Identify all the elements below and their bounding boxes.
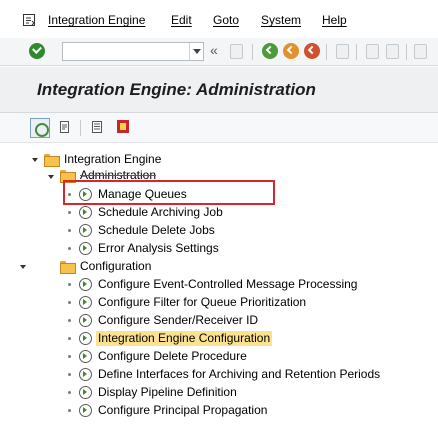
tree-bullet xyxy=(68,355,71,358)
transaction-icon xyxy=(78,205,93,220)
transaction-icon xyxy=(78,349,93,364)
transaction-icon xyxy=(78,277,93,292)
tree-bullet xyxy=(68,319,71,322)
transaction-icon xyxy=(78,403,93,418)
toolbar-separator xyxy=(356,44,357,60)
tree-bullet xyxy=(68,391,71,394)
transaction-icon xyxy=(78,241,93,256)
page-title: Integration Engine: Administration xyxy=(37,80,316,99)
cancel-icon[interactable] xyxy=(304,43,320,59)
tree-item-display-pipeline-definition[interactable]: Display Pipeline Definition xyxy=(0,384,438,401)
transaction-icon xyxy=(78,367,93,382)
tree-item-label: Configure Delete Procedure xyxy=(98,349,247,363)
navigation-tree: Integration Engine Administration Manage… xyxy=(0,143,438,442)
find-next-icon[interactable] xyxy=(386,44,399,59)
transaction-icon xyxy=(78,385,93,400)
expand-arrow-icon[interactable] xyxy=(32,157,39,164)
title-bar: Integration Engine: Administration xyxy=(0,67,438,113)
tree-item-label: Configure Event-Controlled Message Proce… xyxy=(98,277,358,291)
command-field[interactable] xyxy=(62,42,204,61)
tree-item-label: Define Interfaces for Archiving and Rete… xyxy=(98,367,381,381)
find-icon[interactable] xyxy=(366,44,379,59)
tree-bullet xyxy=(68,373,71,376)
tree-bullet xyxy=(68,301,71,304)
chevron-down-icon[interactable] xyxy=(189,43,203,60)
tree-item-configure-principal-propagation[interactable]: Configure Principal Propagation xyxy=(0,402,438,419)
folder-open-icon xyxy=(60,261,76,274)
tree-bullet xyxy=(68,337,71,340)
tree-bullet xyxy=(68,409,71,412)
exit-icon[interactable] xyxy=(283,43,299,59)
documentation-icon[interactable] xyxy=(60,121,70,133)
menu-goto[interactable]: Goto xyxy=(213,13,239,27)
transaction-icon xyxy=(78,331,93,346)
transaction-icon xyxy=(78,223,93,238)
toolbar-separator xyxy=(80,120,81,136)
tree-node-configuration[interactable]: Configuration xyxy=(0,258,438,275)
tree-bullet xyxy=(68,247,71,250)
tree-item-configure-filter[interactable]: Configure Filter for Queue Prioritizatio… xyxy=(0,294,438,311)
tree-bullet xyxy=(68,229,71,232)
tree-item-configure-sender-receiver[interactable]: Configure Sender/Receiver ID xyxy=(0,312,438,329)
menu-system[interactable]: System xyxy=(261,13,301,27)
toolbar-separator xyxy=(406,44,407,60)
expand-arrow-icon[interactable] xyxy=(48,174,55,181)
toolbar-separator xyxy=(326,44,327,60)
execute-icon[interactable] xyxy=(30,118,50,138)
menu-icon[interactable] xyxy=(23,14,35,26)
tree-item-label: Schedule Delete Jobs xyxy=(98,223,215,237)
expand-arrow-icon[interactable] xyxy=(20,264,27,271)
back-icon[interactable] xyxy=(262,43,278,59)
list-icon[interactable] xyxy=(92,121,102,133)
menu-edit[interactable]: Edit xyxy=(171,13,192,27)
tree-item-integration-engine-configuration[interactable]: Integration Engine Configuration xyxy=(0,330,438,347)
tree-item-label: Schedule Archiving Job xyxy=(98,205,223,219)
tree-node-label: Integration Engine xyxy=(64,152,162,166)
tree-item-configure-delete-procedure[interactable]: Configure Delete Procedure xyxy=(0,348,438,365)
first-page-icon[interactable] xyxy=(414,44,427,59)
tree-item-label: Configure Filter for Queue Prioritizatio… xyxy=(98,295,307,309)
toolbar-separator xyxy=(252,44,253,60)
tree-item-configure-event-controlled[interactable]: Configure Event-Controlled Message Proce… xyxy=(0,276,438,293)
menu-bar: Integration Engine Edit Goto System Help xyxy=(0,0,438,38)
tree-bullet xyxy=(68,211,71,214)
folder-open-icon xyxy=(44,154,60,167)
highlight-box xyxy=(63,180,275,205)
menu-help[interactable]: Help xyxy=(322,13,347,27)
tree-node-label: Configuration xyxy=(80,259,152,273)
tree-item-schedule-archiving-job[interactable]: Schedule Archiving Job xyxy=(0,204,438,221)
transaction-icon xyxy=(78,313,93,328)
print-icon[interactable] xyxy=(336,44,349,59)
tree-item-label: Error Analysis Settings xyxy=(98,241,219,255)
tree-item-label: Configure Principal Propagation xyxy=(98,403,268,417)
tree-item-define-interfaces[interactable]: Define Interfaces for Archiving and Rete… xyxy=(0,366,438,383)
double-arrow-icon[interactable]: « xyxy=(210,42,218,58)
tree-item-schedule-delete-jobs[interactable]: Schedule Delete Jobs xyxy=(0,222,438,239)
tree-item-label-selected: Integration Engine Configuration xyxy=(96,331,273,346)
tree-bullet xyxy=(68,283,71,286)
transaction-icon xyxy=(78,295,93,310)
help-book-icon[interactable] xyxy=(117,120,129,133)
tree-node-integration-engine[interactable]: Integration Engine xyxy=(0,151,438,168)
tree-item-label: Configure Sender/Receiver ID xyxy=(98,313,259,327)
tree-item-error-analysis-settings[interactable]: Error Analysis Settings xyxy=(0,240,438,257)
standard-toolbar: « xyxy=(0,38,438,66)
menu-integration-engine[interactable]: Integration Engine xyxy=(48,13,145,27)
tree-item-label: Display Pipeline Definition xyxy=(98,385,237,399)
enter-check-icon[interactable] xyxy=(29,43,45,59)
save-icon[interactable] xyxy=(230,44,243,59)
application-toolbar xyxy=(0,113,438,143)
